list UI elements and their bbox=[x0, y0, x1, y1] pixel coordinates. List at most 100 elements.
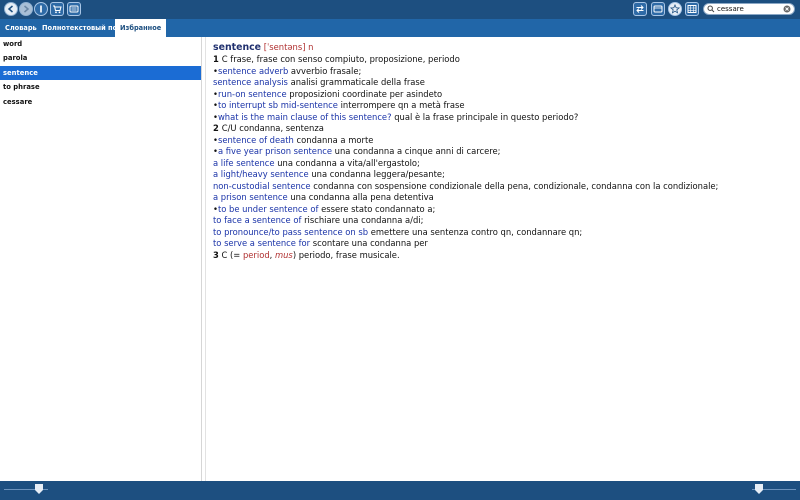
arrow-left-icon bbox=[7, 5, 13, 13]
grid-icon bbox=[687, 5, 697, 13]
card-icon bbox=[653, 5, 663, 13]
phrase-link[interactable]: non-custodial sentence bbox=[213, 181, 311, 191]
phrase-link[interactable]: a five year prison sentence bbox=[218, 146, 332, 156]
list-item-to-phrase[interactable]: to phrase bbox=[0, 80, 201, 94]
back-button[interactable] bbox=[4, 2, 18, 16]
phrase-link[interactable]: what is the main clause of this sentence… bbox=[218, 112, 392, 122]
sense-text: C/U condanna, sentenza bbox=[221, 123, 324, 133]
toolbar bbox=[0, 0, 800, 19]
sense-number: 1 bbox=[213, 54, 222, 64]
phrase-link[interactable]: to pronounce/to pass sentence on sb bbox=[213, 227, 368, 237]
phrase-link[interactable]: to interrupt sb mid-sentence bbox=[218, 100, 338, 110]
search-input[interactable] bbox=[717, 4, 781, 14]
entry-line: 2 C/U condanna, sentenza bbox=[213, 123, 793, 135]
font-size-slider-left[interactable] bbox=[4, 484, 48, 494]
font-size-slider-right[interactable] bbox=[752, 484, 796, 494]
star-icon bbox=[670, 4, 680, 14]
sense-text: C frase, frase con senso compiuto, propo… bbox=[221, 54, 460, 64]
translation-text: proposizioni coordinate per asindeto bbox=[286, 88, 443, 99]
swap-languages-button[interactable] bbox=[633, 2, 647, 16]
entry-line: •to interrupt sb mid-sentence interrompe… bbox=[213, 100, 793, 112]
phrase-link[interactable]: to face a sentence of bbox=[213, 215, 301, 225]
swap-arrows-icon bbox=[636, 5, 644, 13]
list-item-parola[interactable]: parola bbox=[0, 51, 201, 65]
info-button[interactable] bbox=[34, 2, 48, 16]
arrow-right-icon bbox=[24, 5, 30, 13]
entry-line: non-custodial sentence condanna con sosp… bbox=[213, 181, 793, 193]
tab-bar: Словарь Полнотекстовый поиск Избранное bbox=[0, 19, 800, 37]
phrase-link[interactable]: sentence of death bbox=[218, 135, 294, 145]
entry-line: to serve a sentence for scontare una con… bbox=[213, 238, 793, 250]
translation-text: una condanna alla pena detentiva bbox=[287, 192, 434, 202]
search-box[interactable] bbox=[703, 3, 795, 15]
entry-line: •to be under sentence of essere stato co… bbox=[213, 204, 793, 216]
entry-line: to face a sentence of rischiare una cond… bbox=[213, 215, 793, 227]
phrase-link[interactable]: a light/heavy sentence bbox=[213, 169, 309, 179]
translation-text: interrompere qn a metà frase bbox=[337, 100, 465, 110]
translation-text: una condanna a cinque anni di carcere; bbox=[332, 146, 501, 156]
entry-line: •run-on sentence proposizioni coordinate… bbox=[213, 89, 793, 101]
entry-header: sentence [ˈsentəns] n bbox=[213, 41, 793, 54]
translation-text: analisi grammaticale della frase bbox=[287, 77, 425, 87]
translation-text: una condanna leggera/pesante; bbox=[308, 169, 445, 179]
phrase-link[interactable]: sentence adverb bbox=[218, 66, 288, 76]
entry-line: a prison sentence una condanna alla pena… bbox=[213, 192, 793, 204]
entry-article: sentence [ˈsentəns] n 1 C frase, frase c… bbox=[213, 41, 793, 261]
slider-thumb-icon[interactable] bbox=[35, 484, 43, 494]
sense-text: ) periodo, frase musicale. bbox=[292, 249, 400, 260]
cart-button[interactable] bbox=[50, 2, 64, 16]
slider-thumb-icon[interactable] bbox=[755, 484, 763, 494]
translation-text: scontare una condanna per bbox=[310, 238, 428, 248]
entry-line: •what is the main clause of this sentenc… bbox=[213, 112, 793, 124]
entry-line: 1 C frase, frase con senso compiuto, pro… bbox=[213, 54, 793, 66]
tab-dictionary[interactable]: Словарь bbox=[0, 19, 42, 37]
cross-reference-link[interactable]: period bbox=[243, 250, 270, 260]
card-view-button[interactable] bbox=[651, 2, 665, 16]
entry-line: 3 C (= period, mus) periodo, frase music… bbox=[213, 250, 793, 262]
entry-line: •sentence of death condanna a morte bbox=[213, 135, 793, 147]
phrase-link[interactable]: a life sentence bbox=[213, 158, 275, 168]
entry-line: a life sentence una condanna a vita/all'… bbox=[213, 158, 793, 170]
usage-label: mus bbox=[274, 249, 293, 260]
tab-favorites[interactable]: Избранное bbox=[115, 19, 167, 37]
list-item-sentence[interactable]: sentence bbox=[0, 65, 201, 81]
translation-text: emettere una sentenza contro qn, condann… bbox=[368, 226, 583, 237]
translation-text: avverbio frasale; bbox=[288, 65, 362, 76]
list-item-cessare[interactable]: cessare bbox=[0, 95, 201, 109]
translation-text: rischiare una condanna a/di; bbox=[301, 215, 424, 225]
phrase-link[interactable]: to be under sentence of bbox=[218, 204, 318, 214]
entry-line: •sentence adverb avverbio frasale; bbox=[213, 66, 793, 78]
phrase-link[interactable]: a prison sentence bbox=[213, 192, 288, 202]
translation-text: condanna a morte bbox=[293, 134, 374, 145]
search-icon bbox=[707, 5, 715, 13]
headword: sentence bbox=[213, 42, 262, 53]
list-item-word[interactable]: word bbox=[0, 37, 201, 51]
info-icon bbox=[40, 5, 42, 13]
entry-line: a light/heavy sentence una condanna legg… bbox=[213, 169, 793, 181]
table-view-button[interactable] bbox=[685, 2, 699, 16]
translation-text: qual è la frase principale in questo per… bbox=[391, 111, 579, 122]
sense-number: 2 bbox=[213, 123, 222, 133]
entry-line: sentence analysis analisi grammaticale d… bbox=[213, 77, 793, 89]
pane-divider[interactable] bbox=[205, 37, 206, 481]
translation-text: essere stato condannato a; bbox=[318, 203, 436, 214]
translation-text: una condanna a vita/all'ergastolo; bbox=[274, 157, 420, 168]
favorites-button[interactable] bbox=[668, 2, 682, 16]
keyboard-icon bbox=[69, 5, 79, 13]
sense-text: C (= bbox=[218, 249, 243, 260]
entry-lines: 1 C frase, frase con senso compiuto, pro… bbox=[213, 54, 793, 250]
entry-line: to pronounce/to pass sentence on sb emet… bbox=[213, 227, 793, 239]
bottom-bar bbox=[0, 481, 800, 500]
part-of-speech: n bbox=[308, 42, 314, 52]
translation-text: condanna con sospensione condizionale de… bbox=[310, 180, 719, 191]
phrase-link[interactable]: to serve a sentence for bbox=[213, 238, 310, 248]
phrase-link[interactable]: sentence analysis bbox=[213, 77, 288, 87]
favorites-list: word parola sentence to phrase cessare bbox=[0, 37, 202, 481]
entry-line: •a five year prison sentence una condann… bbox=[213, 146, 793, 158]
cart-icon bbox=[53, 5, 62, 14]
forward-button[interactable] bbox=[19, 2, 33, 16]
transcription: [ˈsentəns] bbox=[263, 42, 306, 52]
keyboard-button[interactable] bbox=[67, 2, 81, 16]
phrase-link[interactable]: run-on sentence bbox=[218, 89, 287, 99]
clear-icon[interactable] bbox=[783, 5, 791, 13]
